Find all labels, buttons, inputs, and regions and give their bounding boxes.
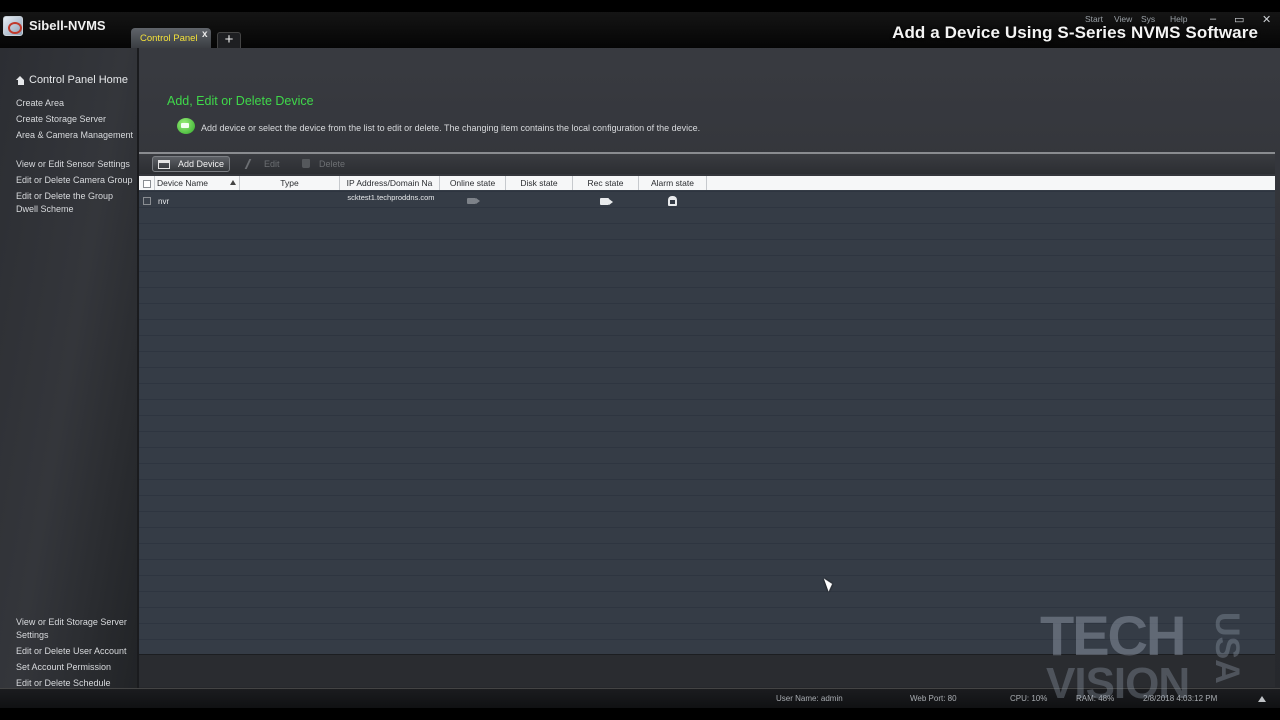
status-user: User Name: admin	[776, 694, 843, 703]
alarm-icon	[668, 196, 677, 206]
sidebar-item-create-area[interactable]: Create Area	[16, 97, 138, 110]
status-web-port: Web Port: 80	[910, 694, 957, 703]
sidebar-item-camera-group[interactable]: Edit or Delete Camera Group	[16, 174, 138, 187]
column-type[interactable]: Type	[240, 176, 340, 190]
table-row[interactable]: nvr scktest1.techproddns.com	[139, 192, 1275, 208]
edit-button[interactable]: Edit	[264, 159, 280, 169]
expand-up-icon[interactable]	[1258, 696, 1266, 702]
column-device-name-label: Device Name	[157, 178, 209, 188]
column-online-state[interactable]: Online state	[440, 176, 506, 190]
status-bar: User Name: admin Web Port: 80 CPU: 10% R…	[0, 688, 1280, 708]
add-device-label: Add Device	[178, 159, 225, 169]
tab-control-panel[interactable]: Control Panel x	[131, 28, 211, 48]
add-device-icon	[158, 160, 170, 169]
table-header: Device Name Type IP Address/Domain Na On…	[139, 176, 1275, 190]
delete-icon	[302, 159, 310, 168]
column-device-name[interactable]: Device Name	[155, 176, 240, 190]
device-table: Device Name Type IP Address/Domain Na On…	[139, 176, 1275, 654]
sidebar-item-area-camera-management[interactable]: Area & Camera Management	[16, 129, 138, 142]
home-icon	[16, 75, 25, 85]
select-all-checkbox[interactable]	[142, 179, 151, 188]
row-checkbox[interactable]	[143, 197, 151, 205]
sort-ascending-icon	[230, 180, 236, 185]
column-ip-address[interactable]: IP Address/Domain Na	[340, 176, 440, 190]
app-name: Sibell-NVMS	[29, 18, 106, 33]
sidebar-item-account-permission[interactable]: Set Account Permission	[16, 661, 138, 674]
sidebar: Control Panel Home Create Area Create St…	[0, 48, 139, 688]
status-cpu: CPU: 10%	[1010, 694, 1048, 703]
camera-offline-icon	[467, 198, 480, 204]
page-title: Add, Edit or Delete Device	[167, 94, 314, 108]
device-toolbar: Add Device Edit Delete	[139, 152, 1275, 174]
add-device-button[interactable]: Add Device	[152, 156, 230, 172]
status-datetime: 2/8/2018 4:03:12 PM	[1143, 694, 1218, 703]
status-ram: RAM: 48%	[1076, 694, 1115, 703]
new-tab-button[interactable]: +	[217, 32, 241, 48]
sidebar-item-sensor-settings[interactable]: View or Edit Sensor Settings	[16, 158, 138, 171]
edit-icon	[244, 159, 258, 169]
tab-close-icon[interactable]: x	[202, 29, 208, 40]
sidebar-item-create-storage-server[interactable]: Create Storage Server	[16, 113, 138, 126]
tab-label: Control Panel	[140, 33, 198, 44]
delete-button[interactable]: Delete	[319, 159, 345, 169]
nvms-window: Sibell-NVMS Control Panel x + Start View…	[0, 12, 1280, 708]
video-caption: Add a Device Using S-Series NVMS Softwar…	[892, 23, 1258, 42]
select-all-cell	[139, 176, 155, 190]
bottom-pane	[139, 654, 1275, 687]
camera-record-icon	[600, 198, 613, 205]
cell-ip-address: scktest1.techproddns.com	[347, 193, 435, 202]
column-disk-state[interactable]: Disk state	[506, 176, 573, 190]
cell-device-name: nvr	[158, 197, 170, 206]
info-text: Add device or select the device from the…	[201, 123, 701, 133]
title-bar: Sibell-NVMS Control Panel x + Start View…	[0, 12, 1280, 48]
sidebar-item-storage-server-settings[interactable]: View or Edit Storage Server Settings	[16, 616, 138, 642]
app-logo-icon	[3, 16, 23, 36]
sidebar-item-group-dwell-scheme[interactable]: Edit or Delete the Group Dwell Scheme	[16, 190, 126, 216]
column-rec-state[interactable]: Rec state	[573, 176, 639, 190]
info-icon	[177, 118, 195, 134]
column-alarm-state[interactable]: Alarm state	[639, 176, 707, 190]
close-icon[interactable]: ✕	[1262, 13, 1271, 26]
control-panel-home-link[interactable]: Control Panel Home	[16, 74, 128, 86]
sidebar-item-user-account[interactable]: Edit or Delete User Account	[16, 645, 138, 658]
control-panel-home-label: Control Panel Home	[29, 74, 129, 86]
